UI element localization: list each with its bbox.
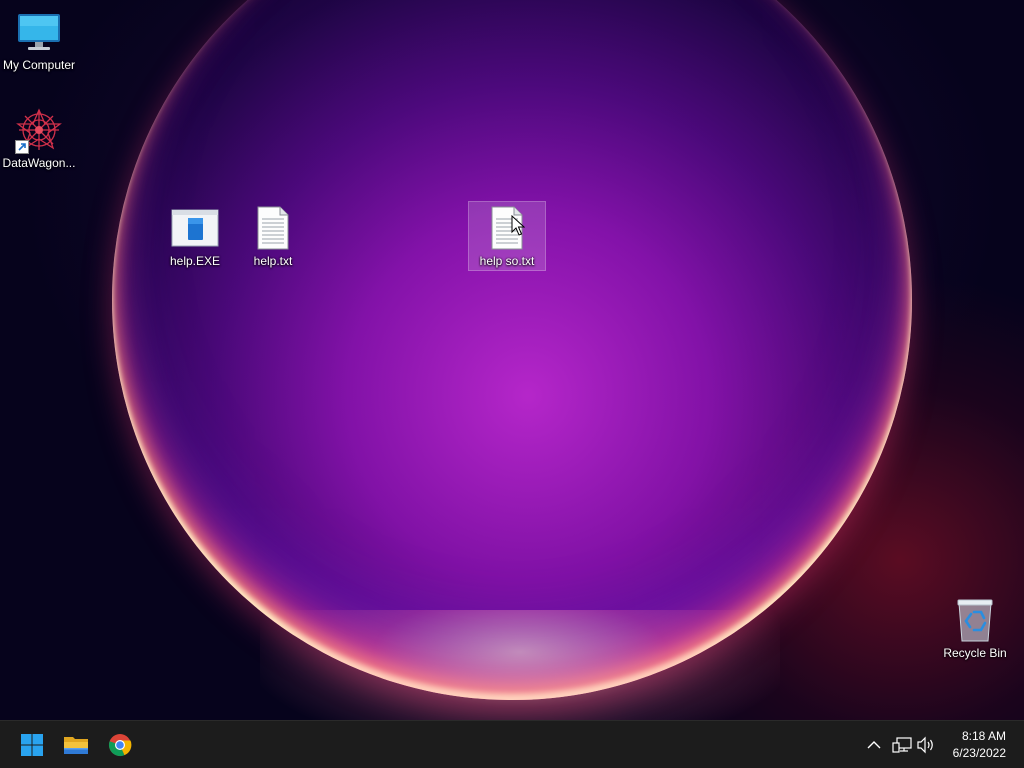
recycle-bin-icon <box>951 598 999 642</box>
executable-window-icon <box>171 206 219 250</box>
desktop-icon-label: DataWagon... <box>2 156 76 170</box>
network-icon <box>892 737 912 753</box>
desktop-icon-datawagon[interactable]: DataWagon... <box>0 104 78 174</box>
text-document-icon <box>483 206 531 250</box>
clock-time: 8:18 AM <box>961 729 1006 743</box>
clock-date: 6/23/2022 <box>952 746 1006 760</box>
chrome-button[interactable] <box>100 725 140 765</box>
wallpaper-orb <box>112 0 912 700</box>
taskbar: 8:18 AM 6/23/2022 <box>0 720 1024 768</box>
file-explorer-button[interactable] <box>56 725 96 765</box>
desktop-icon-label: My Computer <box>2 58 76 72</box>
desktop-icon-recycle-bin[interactable]: Recycle Bin <box>936 594 1014 664</box>
desktop[interactable]: My Computer DataWagon... help.EXE help.t… <box>0 0 1024 720</box>
wallpaper-glow <box>260 610 780 720</box>
desktop-icon-help-so-txt[interactable]: help so.txt <box>468 201 546 271</box>
shortcut-arrow-icon <box>15 140 29 154</box>
desktop-icon-label: help so.txt <box>479 254 535 268</box>
desktop-icon-label: help.EXE <box>169 254 221 268</box>
desktop-icon-label: help.txt <box>253 254 293 268</box>
desktop-icon-label: Recycle Bin <box>943 646 1007 660</box>
windows-logo-icon <box>21 734 43 756</box>
wallpaper <box>0 0 1024 720</box>
chrome-icon <box>108 734 132 757</box>
network-button[interactable] <box>890 733 914 757</box>
monitor-icon <box>15 10 63 54</box>
start-button[interactable] <box>12 725 52 765</box>
clock[interactable]: 8:18 AM 6/23/2022 <box>953 728 1006 762</box>
desktop-icon-my-computer[interactable]: My Computer <box>0 6 78 76</box>
volume-icon <box>917 736 933 754</box>
folder-icon <box>64 737 88 754</box>
desktop-icon-help-exe[interactable]: help.EXE <box>156 202 234 272</box>
text-document-icon <box>249 206 297 250</box>
show-hidden-icons-button[interactable] <box>862 733 886 757</box>
chevron-up-icon <box>867 741 881 749</box>
desktop-icon-help-txt[interactable]: help.txt <box>234 202 312 272</box>
volume-button[interactable] <box>914 733 938 757</box>
datawagon-logo-icon <box>15 108 63 154</box>
